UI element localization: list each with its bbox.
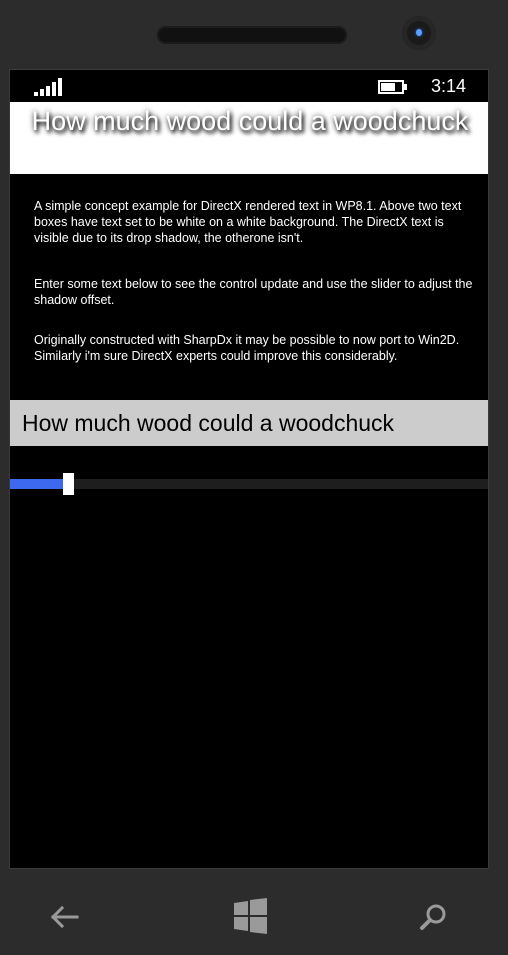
windows-logo-icon [234, 898, 267, 934]
description-paragraph-1: A simple concept example for DirectX ren… [34, 199, 462, 245]
status-bar: 3:14 [10, 70, 488, 102]
phone-screen: 3:14 How much wood could a woodchuck A s… [9, 69, 489, 869]
text-input[interactable] [12, 402, 488, 444]
search-button[interactable] [403, 890, 463, 940]
back-arrow-icon [50, 905, 79, 929]
shadow-offset-slider[interactable] [10, 473, 488, 495]
search-icon [420, 904, 446, 930]
description-paragraph-3: Originally constructed with SharpDx it m… [34, 333, 460, 363]
text-input-box[interactable] [10, 400, 488, 446]
phone-frame: 3:14 How much wood could a woodchuck A s… [0, 0, 508, 955]
earpiece-speaker [157, 26, 347, 44]
start-button[interactable] [221, 890, 281, 940]
back-button[interactable] [36, 890, 96, 940]
directx-shadow-text: How much wood could a woodchuck [31, 106, 469, 136]
slider-thumb[interactable] [63, 473, 74, 495]
status-clock: 3:14 [430, 76, 466, 96]
description-paragraph-2: Enter some text below to see the control… [34, 277, 473, 307]
signal-strength-icon [34, 78, 64, 96]
slider-fill [10, 479, 63, 489]
navigation-bar [0, 870, 508, 955]
front-camera-icon [402, 16, 436, 50]
battery-charging-icon [378, 80, 408, 94]
